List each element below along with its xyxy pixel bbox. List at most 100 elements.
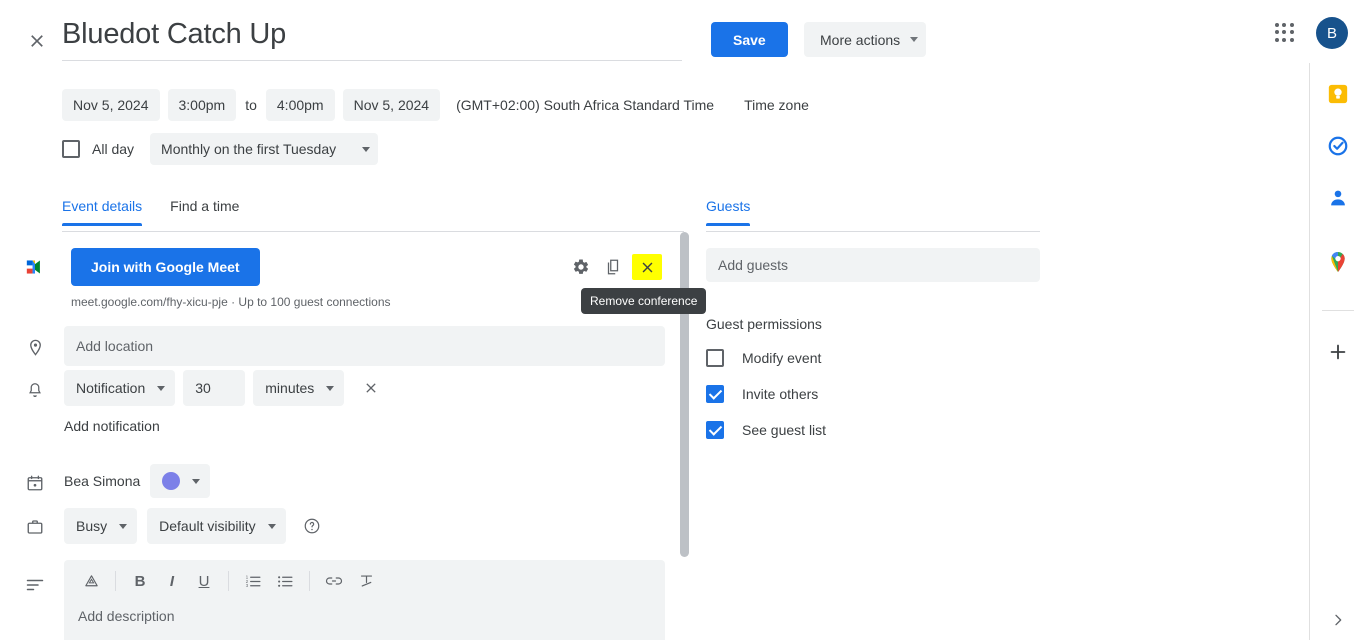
visibility-label: Default visibility [159,518,256,534]
modify-event-checkbox[interactable] [706,349,724,367]
notification-unit-label: minutes [265,380,315,396]
bell-icon [24,379,46,401]
busy-label: Busy [76,518,108,534]
start-time-chip[interactable]: 3:00pm [167,89,237,121]
busy-select[interactable]: Busy [64,508,138,544]
see-guest-list-checkbox[interactable] [706,421,724,439]
chevron-down-icon [267,523,276,529]
see-guest-list-label[interactable]: See guest list [742,422,826,438]
chevron-down-icon [910,37,919,42]
invite-others-checkbox[interactable] [706,385,724,403]
editor-tabs: Event details Find a time [62,198,267,226]
tab-event-details[interactable]: Event details [62,198,143,226]
more-actions-button[interactable]: More actions [804,22,927,57]
schedule-row: Nov 5, 2024 3:00pm to 4:00pm Nov 5, 2024… [62,89,809,121]
notification-amount-input[interactable]: 30 [183,370,246,406]
chevron-down-icon [326,385,335,391]
description-input[interactable]: Add description [64,602,665,630]
notification-type-label: Notification [76,380,146,396]
svg-text:3: 3 [245,583,248,588]
add-notification-button[interactable]: Add notification [64,418,160,434]
chevron-down-icon [192,478,201,484]
visibility-select[interactable]: Default visibility [147,508,286,544]
guests-divider [706,231,1040,232]
notification-type-select[interactable]: Notification [64,370,176,406]
allday-recurrence-row: All day Monthly on the first Tuesday [62,133,379,165]
all-day-checkbox[interactable] [62,140,80,158]
end-date-chip[interactable]: Nov 5, 2024 [342,89,441,121]
more-actions-label: More actions [820,31,901,48]
toolbar-divider [228,571,229,591]
permission-modify-event: Modify event [706,349,821,367]
permission-see-guest-list: See guest list [706,421,826,439]
bulleted-list-icon[interactable] [270,566,300,596]
join-google-meet-button[interactable]: Join with Google Meet [71,248,260,286]
add-app-icon[interactable] [1324,338,1352,366]
event-title-input[interactable] [62,18,682,61]
underline-icon[interactable]: U [189,566,219,596]
event-color-select[interactable] [150,464,211,498]
description-lines-icon [24,574,46,596]
permission-invite-others: Invite others [706,385,818,403]
meet-details-text: meet.google.com/fhy-xicu-pje · Up to 100… [71,295,391,309]
chevron-right-icon[interactable] [1326,608,1350,632]
avatar[interactable]: B [1316,17,1348,49]
description-editor: B I U 1 2 3 Add description [64,560,665,640]
chevron-down-icon [362,146,371,152]
calendar-owner-row: Bea Simona [64,464,211,498]
briefcase-icon [24,516,46,538]
timezone-button[interactable]: Time zone [744,97,809,113]
location-input[interactable]: Add location [64,326,665,366]
end-time-chip[interactable]: 4:00pm [265,89,335,121]
all-day-label[interactable]: All day [92,141,134,157]
tab-find-a-time[interactable]: Find a time [170,198,239,226]
apps-grid-icon[interactable] [1272,20,1298,46]
drive-icon[interactable] [76,566,106,596]
close-icon[interactable] [20,24,54,58]
help-circle-icon[interactable] [302,516,322,536]
event-title-wrap [62,18,682,61]
add-guests-input[interactable]: Add guests [706,248,1040,282]
guest-permissions-title: Guest permissions [706,316,822,332]
location-placeholder: Add location [76,338,154,354]
rail-divider [1322,310,1354,311]
tabs-divider [62,231,684,232]
event-color-swatch [162,472,181,490]
tab-guests[interactable]: Guests [706,198,751,226]
clear-formatting-icon[interactable] [351,566,381,596]
chevron-down-icon [157,385,166,391]
left-pane-scrollbar-thumb[interactable] [680,232,689,557]
invite-others-label[interactable]: Invite others [742,386,818,402]
calendar-icon [24,472,46,494]
start-date-chip[interactable]: Nov 5, 2024 [62,89,160,121]
google-tasks-icon[interactable] [1324,132,1352,160]
notification-unit-select[interactable]: minutes [253,370,345,406]
google-contacts-icon[interactable] [1324,184,1352,212]
recurrence-label: Monthly on the first Tuesday [161,141,337,157]
toolbar-divider [115,571,116,591]
notification-row: Notification 30 minutes [64,370,384,406]
numbered-list-icon[interactable]: 1 2 3 [238,566,268,596]
calendar-event-editor: Save More actions B Nov 5, 2024 3:00pm t… [0,0,1366,640]
bold-icon[interactable]: B [125,566,155,596]
italic-icon[interactable]: I [157,566,187,596]
toolbar-divider [309,571,310,591]
availability-row: Busy Default visibility [64,508,322,544]
guests-panel: Guests [706,198,1046,226]
remove-conference-button[interactable] [632,254,662,280]
save-button[interactable]: Save [711,22,788,57]
conference-actions [568,254,662,280]
modify-event-label[interactable]: Modify event [742,350,821,366]
copy-link-icon[interactable] [600,254,626,280]
gear-icon[interactable] [568,254,594,280]
insert-link-icon[interactable] [319,566,349,596]
google-maps-icon[interactable] [1324,248,1352,276]
remove-notification-button[interactable] [358,375,384,401]
chevron-down-icon [119,523,128,529]
timezone-text: (GMT+02:00) South Africa Standard Time [456,97,715,113]
side-rail [1309,63,1366,640]
recurrence-select[interactable]: Monthly on the first Tuesday [150,133,379,165]
editor-header: Save More actions B [0,0,1366,70]
description-toolbar: B I U 1 2 3 [64,560,665,602]
google-keep-icon[interactable] [1324,80,1352,108]
